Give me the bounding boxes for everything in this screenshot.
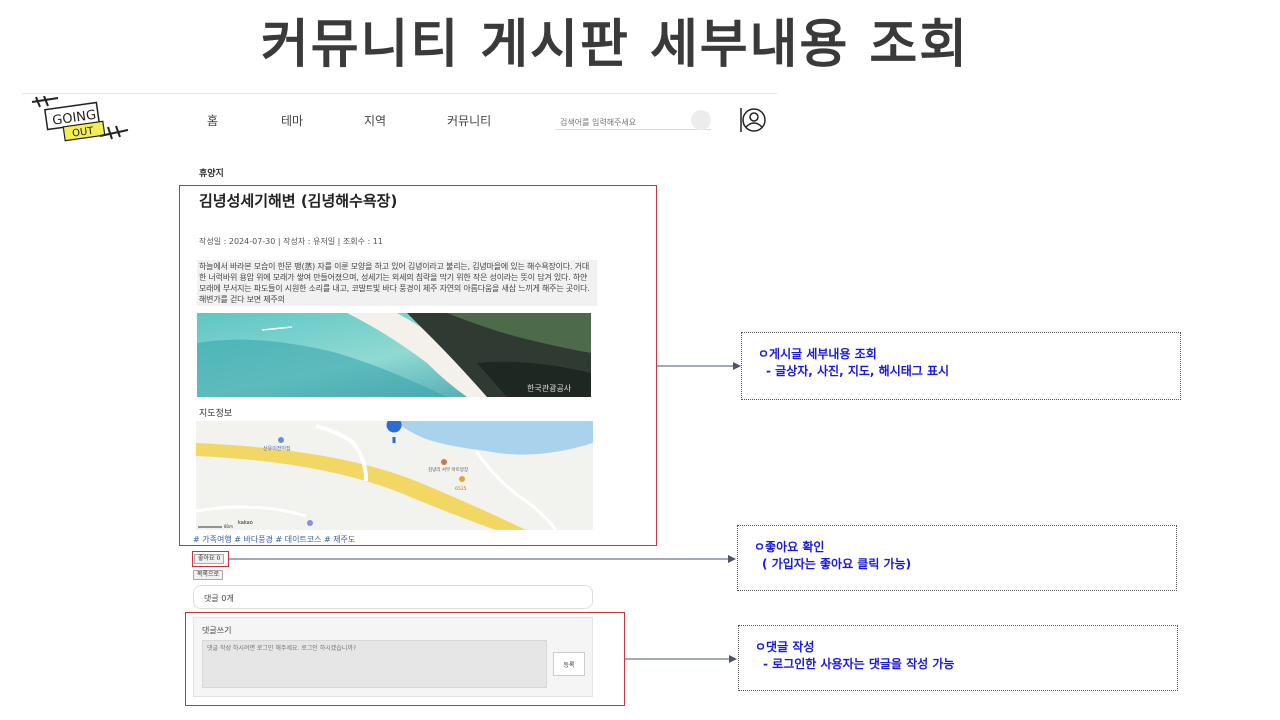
map-label: 지도정보 [199,409,233,419]
comment-write-label: 댓글쓰기 [202,626,232,635]
annotation-post-detail-sub: - 글상자, 사진, 지도, 해시태그 표시 [766,364,950,378]
header-divider [22,93,777,94]
annotation-like-sub: ( 가입자는 좋아요 클릭 가능) [762,557,912,571]
map-place-1: 산유이전이집 [263,445,291,452]
user-profile-icon[interactable] [739,106,767,134]
map-place-2: 김녕리 서부 마트방장 [428,466,468,473]
post-title: 김녕성세기해변 (김녕해수욕장) [199,192,398,210]
photo-watermark: 한국관광공사 [527,383,572,393]
map-poi-icon-2 [441,459,447,465]
nav-theme[interactable]: 테마 [281,112,303,129]
map-poi-icon-4 [307,520,313,526]
map-brand: kakao [238,520,253,526]
nav-community[interactable]: 커뮤니티 [447,112,491,129]
annotation-comment: ㅇ댓글 작성 - 로그인한 사용자는 댓글을 작성 가능 [738,625,1178,691]
map-place-3: 6525 [455,486,467,492]
post-hashtags[interactable]: # 가족여행 # 바다풍경 # 데이트코스 # 제주도 [193,534,355,545]
post-meta: 작성일 : 2024-07-30 | 작성자 : 유저일 | 조회수 : 11 [199,237,383,246]
comment-count: 댓글 0개 [193,585,593,609]
back-to-list-button[interactable]: 목록으로 [193,570,224,580]
annotation-post-detail: ㅇ게시글 세부내용 조회 - 글상자, 사진, 지도, 해시태그 표시 [741,332,1181,400]
like-button[interactable]: 좋아요 0 [194,554,225,564]
location-map[interactable]: 산유이전이집 김녕리 서부 마트방장 6525 80m kakao [196,421,593,530]
nav-home[interactable]: 홈 [207,112,218,129]
annotation-comment-sub: - 로그인한 사용자는 댓글을 작성 가능 [763,657,955,671]
map-scale: 80m [224,524,233,529]
comment-write-panel: 댓글쓰기 등록 [193,617,593,697]
post-category: 휴양지 [199,169,224,179]
annotation-comment-title: ㅇ댓글 작성 [755,640,815,654]
search-bar [555,110,711,132]
beach-photo: 한국관광공사 [197,313,591,397]
map-poi-icon [278,437,284,443]
annotation-post-detail-title: ㅇ게시글 세부내용 조회 [758,347,877,361]
map-poi-icon-3 [459,476,465,482]
annotation-like-title: ㅇ좋아요 확인 [754,540,825,554]
search-input[interactable] [555,113,675,132]
comment-submit-button[interactable]: 등록 [553,652,585,676]
nav-region[interactable]: 지역 [364,112,386,129]
going-out-logo[interactable]: GOING OUT [28,96,132,144]
post-body: 하늘에서 바라본 모습이 한문 팽(䒱) 자를 이룬 모양을 하고 있어 김녕이… [197,260,597,306]
search-button[interactable] [691,110,711,130]
comment-count-label: 댓글 0개 [204,594,234,603]
comment-textarea[interactable] [202,640,547,688]
annotation-like: ㅇ좋아요 확인 ( 가입자는 좋아요 클릭 가능) [737,525,1177,591]
slide-title: 커뮤니티 게시판 세부내용 조회 [260,15,970,75]
